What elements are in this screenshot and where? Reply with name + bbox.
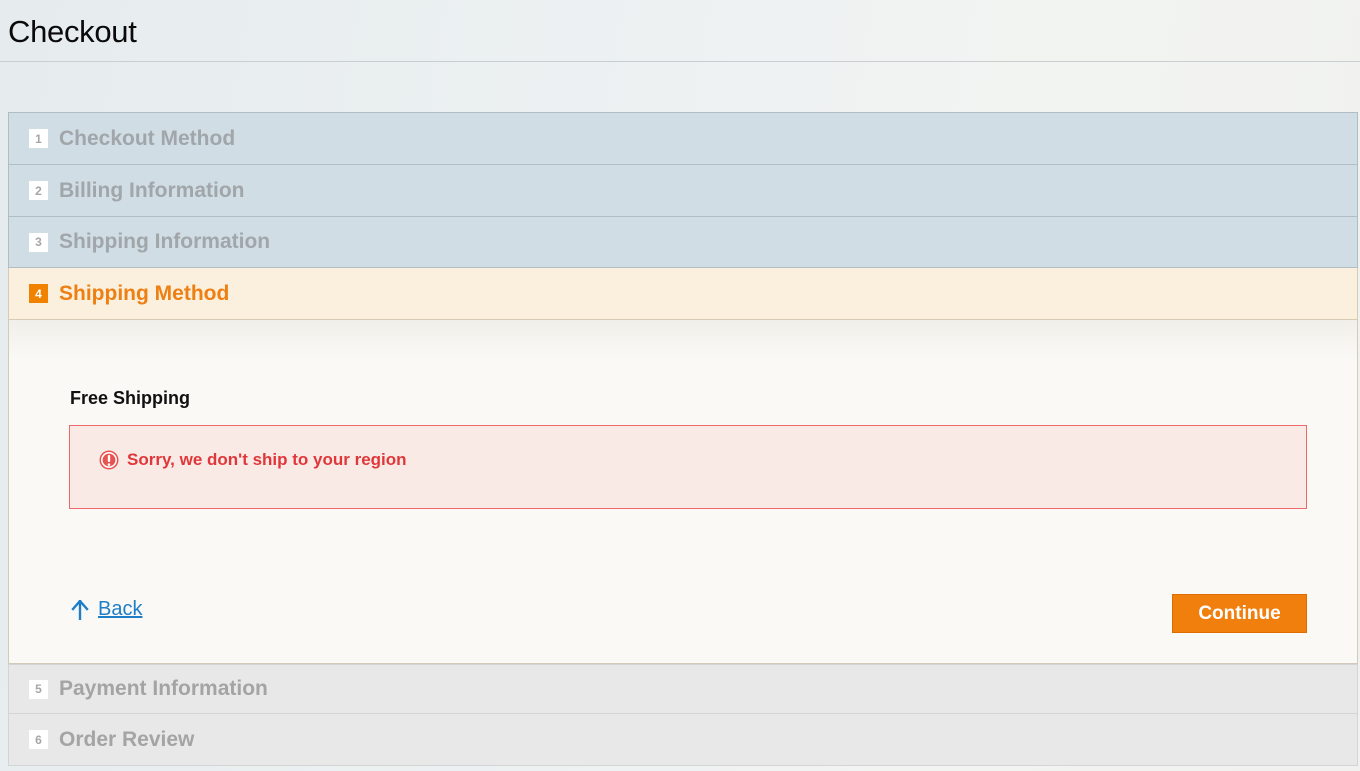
step-label: Payment Information [59,677,268,700]
shipping-method-title: Free Shipping [70,388,191,408]
step-number: 6 [29,730,48,749]
step-label: Shipping Information [59,230,271,253]
step-number: 5 [29,679,48,699]
page-title: Checkout [8,14,137,49]
step-order-review: 6 Order Review [8,714,1358,766]
step-number: 4 [29,284,48,303]
title-divider [0,61,1360,62]
step-label: Order Review [59,727,195,751]
step-number: 3 [29,232,48,252]
checkout-steps: 1 Checkout Method 2 Billing Information … [8,112,1358,766]
step-shipping-information[interactable]: 3 Shipping Information [8,216,1358,268]
error-message: Sorry, we don't ship to your region [127,450,407,469]
back-link-label[interactable]: Back [98,598,142,621]
error-message-box: Sorry, we don't ship to your region [69,425,1307,509]
step-label: Checkout Method [59,126,236,150]
step-shipping-method: 4 Shipping Method [8,268,1358,320]
step-label: Billing Information [59,178,245,202]
shipping-method-panel: Free Shipping Sorry, we don't ship to yo… [8,320,1358,664]
arrow-up-icon [71,599,89,620]
continue-button[interactable]: Continue [1172,594,1307,633]
back-link[interactable]: Back [71,598,142,621]
step-number: 1 [29,129,48,148]
step-payment-information: 5 Payment Information [8,664,1358,714]
error-circle-icon [99,450,119,470]
step-number: 2 [29,181,48,200]
step-label: Shipping Method [59,281,230,305]
step-billing-information[interactable]: 2 Billing Information [8,164,1358,216]
step-checkout-method[interactable]: 1 Checkout Method [8,112,1358,164]
